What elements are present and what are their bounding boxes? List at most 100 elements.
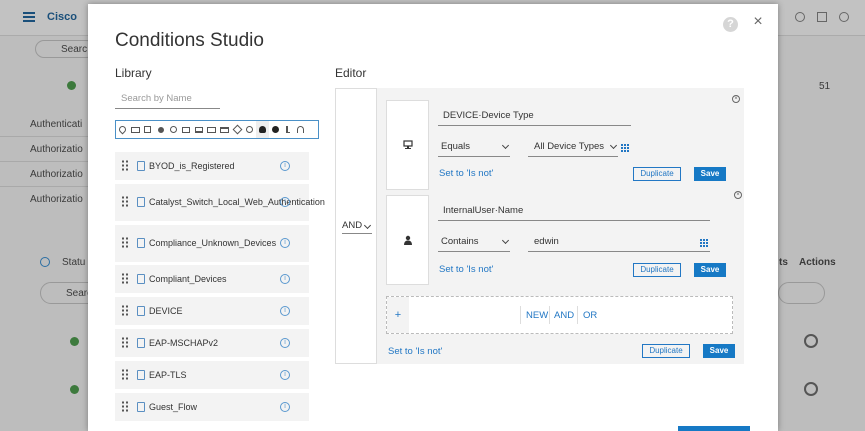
library-filter-bar [115, 120, 319, 139]
use-button[interactable] [678, 426, 750, 431]
set-is-not-link[interactable]: Set to 'Is not' [439, 264, 493, 275]
operator-label: AND [342, 220, 363, 231]
drag-handle-icon[interactable] [122, 305, 128, 317]
info-icon[interactable]: i [280, 337, 290, 348]
or-option-link[interactable]: OR [583, 310, 597, 321]
document-icon [137, 401, 145, 412]
dialog-title: Conditions Studio [115, 30, 264, 51]
bg-plus-icon [40, 257, 50, 267]
grid-picker-icon[interactable] [621, 144, 630, 153]
duplicate-button[interactable]: Duplicate [642, 344, 690, 358]
info-icon[interactable]: i [280, 369, 290, 380]
library-item-label: BYOD_is_Registered [149, 161, 235, 171]
bg-status-header: Statu [62, 257, 86, 268]
drag-handle-icon[interactable] [122, 237, 128, 249]
info-icon[interactable]: i [280, 274, 290, 285]
checkmark-badge-icon[interactable] [269, 121, 282, 138]
bg-gear-icon-2[interactable] [804, 382, 818, 396]
help-icon[interactable] [795, 12, 805, 22]
bg-col-header-1: ts [779, 257, 788, 268]
desktop-icon[interactable] [193, 121, 206, 138]
drag-handle-icon[interactable] [122, 196, 128, 208]
drag-handle-icon[interactable] [122, 337, 128, 348]
document-icon [137, 306, 145, 317]
document-icon [137, 197, 145, 208]
save-button[interactable]: Save [703, 344, 735, 358]
person-icon [404, 235, 412, 245]
location-pin-icon[interactable] [116, 121, 129, 138]
grid-picker-icon[interactable] [700, 239, 709, 248]
square-icon[interactable] [142, 121, 155, 138]
info-icon[interactable]: i [280, 306, 290, 317]
duplicate-button[interactable]: Duplicate [633, 167, 681, 181]
bluetooth-icon[interactable] [282, 121, 295, 138]
library-item-label: Catalyst_Switch_Local_Web_Authentication [149, 197, 325, 208]
group-icon[interactable] [167, 121, 180, 138]
dashboard-icon[interactable] [817, 12, 827, 22]
new-option-link[interactable]: NEW [526, 310, 548, 321]
add-condition-area: + NEW AND OR [386, 296, 733, 334]
id-card-icon[interactable] [129, 121, 142, 138]
document-icon[interactable] [231, 121, 244, 138]
info-icon[interactable]: i [280, 161, 290, 171]
bg-status-dot-3 [70, 385, 79, 394]
bg-search-box: Searc [35, 40, 95, 58]
person-icon[interactable] [256, 121, 269, 138]
library-item[interactable]: Compliance_Unknown_Devices i [115, 224, 309, 262]
display-icon[interactable] [205, 121, 218, 138]
value-select[interactable]: All Device Types [528, 141, 618, 157]
users-icon[interactable] [154, 121, 167, 138]
operator-select[interactable]: Contains [438, 236, 510, 252]
library-item[interactable]: BYOD_is_Registered i [115, 152, 309, 180]
wifi-icon[interactable] [295, 121, 308, 138]
operator-dropdown[interactable]: AND [342, 220, 372, 234]
close-icon[interactable]: × [751, 14, 765, 30]
info-icon[interactable]: i [280, 197, 290, 208]
add-plus-icon[interactable]: + [387, 297, 409, 333]
bg-label-4: Authorizatio [30, 194, 83, 205]
operator-column: AND [335, 88, 377, 364]
drag-handle-icon[interactable] [122, 273, 128, 285]
value-input[interactable]: edwin [528, 236, 710, 252]
settings-icon[interactable] [839, 12, 849, 22]
library-list: BYOD_is_Registered i Catalyst_Switch_Local… [115, 152, 325, 424]
library-heading: Library [115, 66, 152, 80]
remove-condition-icon[interactable]: × [732, 95, 740, 103]
library-item[interactable]: EAP-MSCHAPv2 i [115, 328, 309, 357]
attribute-field[interactable]: DEVICE·Device Type [438, 110, 631, 126]
card-icon[interactable] [218, 121, 231, 138]
help-icon[interactable]: ? [723, 17, 738, 32]
remove-condition-icon[interactable]: × [734, 191, 742, 199]
bg-label-3: Authorizatio [30, 169, 83, 180]
library-item[interactable]: Guest_Flow i [115, 392, 309, 421]
bg-label-2: Authorizatio [30, 144, 83, 155]
library-item[interactable]: Compliant_Devices i [115, 265, 309, 294]
and-option-link[interactable]: AND [554, 310, 574, 321]
attribute-field[interactable]: InternalUser·Name [438, 205, 710, 221]
library-item-label: Compliance_Unknown_Devices [149, 238, 277, 249]
bg-col-header-2: Actions [799, 257, 836, 268]
library-search-input[interactable]: Search by Name [115, 90, 220, 109]
monitor-icon[interactable] [180, 121, 193, 138]
library-item-label: Guest_Flow [149, 401, 198, 412]
duplicate-button[interactable]: Duplicate [633, 263, 681, 277]
bg-count: 51 [819, 81, 831, 92]
library-item-label: DEVICE [149, 306, 183, 317]
library-item[interactable]: DEVICE i [115, 297, 309, 326]
drag-handle-icon[interactable] [122, 160, 128, 172]
info-icon[interactable]: i [280, 238, 290, 249]
save-button[interactable]: Save [694, 263, 726, 277]
save-button[interactable]: Save [694, 167, 726, 181]
bg-gear-icon-1[interactable] [804, 334, 818, 348]
drag-handle-icon[interactable] [122, 369, 128, 380]
set-is-not-link[interactable]: Set to 'Is not' [439, 168, 493, 179]
set-is-not-link[interactable]: Set to 'Is not' [388, 346, 442, 357]
library-item-label: EAP-MSCHAPv2 [149, 337, 219, 348]
clock-icon[interactable] [244, 121, 257, 138]
info-icon[interactable]: i [280, 401, 290, 412]
library-item[interactable]: Catalyst_Switch_Local_Web_Authentication… [115, 183, 325, 221]
hamburger-menu-icon[interactable] [23, 12, 35, 22]
operator-select[interactable]: Equals [438, 141, 510, 157]
library-item[interactable]: EAP-TLS i [115, 360, 309, 389]
drag-handle-icon[interactable] [122, 401, 128, 412]
